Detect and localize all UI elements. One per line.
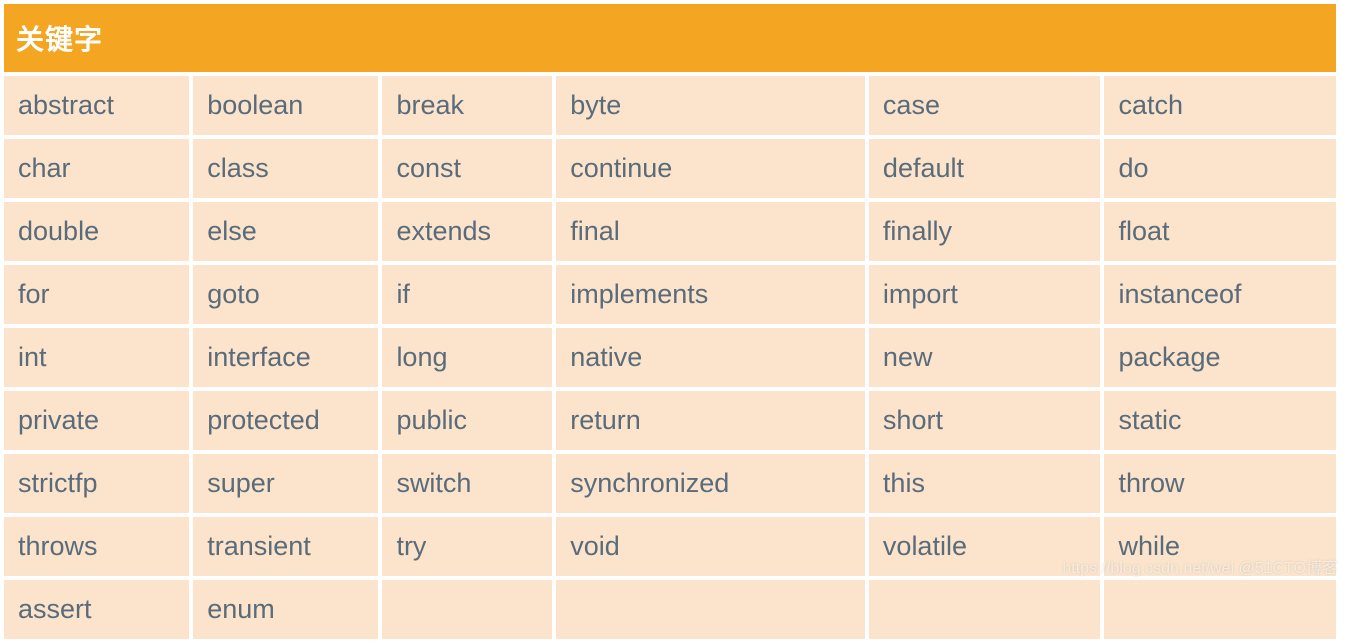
keyword-cell: final [556, 202, 865, 261]
table-row: for goto if implements import instanceof [4, 265, 1336, 324]
keyword-cell: super [193, 454, 378, 513]
keyword-cell: extends [382, 202, 552, 261]
keyword-cell: native [556, 328, 865, 387]
table-row: private protected public return short st… [4, 391, 1336, 450]
keyword-cell: assert [4, 580, 189, 639]
keyword-cell: break [382, 76, 552, 135]
keyword-cell: else [193, 202, 378, 261]
keyword-cell: short [869, 391, 1101, 450]
keyword-cell: float [1104, 202, 1336, 261]
keyword-cell: interface [193, 328, 378, 387]
keyword-cell: long [382, 328, 552, 387]
keyword-cell [382, 580, 552, 639]
table-header: 关键字 [4, 4, 1336, 72]
keyword-cell: static [1104, 391, 1336, 450]
keyword-cell: class [193, 139, 378, 198]
table-row: assert enum [4, 580, 1336, 639]
table-row: strictfp super switch synchronized this … [4, 454, 1336, 513]
keyword-cell: synchronized [556, 454, 865, 513]
keyword-cell: case [869, 76, 1101, 135]
keyword-cell: package [1104, 328, 1336, 387]
keyword-cell: return [556, 391, 865, 450]
keyword-cell: char [4, 139, 189, 198]
keyword-cell: throws [4, 517, 189, 576]
keyword-cell [556, 580, 865, 639]
keyword-cell: throw [1104, 454, 1336, 513]
table-row: char class const continue default do [4, 139, 1336, 198]
keyword-cell: const [382, 139, 552, 198]
keyword-cell: continue [556, 139, 865, 198]
keyword-cell: new [869, 328, 1101, 387]
keyword-cell: protected [193, 391, 378, 450]
keyword-cell [1104, 580, 1336, 639]
keyword-cell: double [4, 202, 189, 261]
keyword-cell: this [869, 454, 1101, 513]
keyword-cell: switch [382, 454, 552, 513]
keyword-cell: instanceof [1104, 265, 1336, 324]
keyword-cell: enum [193, 580, 378, 639]
table-body: abstract boolean break byte case catch c… [4, 76, 1336, 639]
keyword-cell [869, 580, 1101, 639]
keyword-cell: boolean [193, 76, 378, 135]
keywords-table: 关键字 abstract boolean break byte case cat… [0, 0, 1340, 643]
keyword-cell: while [1104, 517, 1336, 576]
keyword-cell: try [382, 517, 552, 576]
keyword-cell: public [382, 391, 552, 450]
keyword-cell: int [4, 328, 189, 387]
keyword-cell: private [4, 391, 189, 450]
keyword-cell: for [4, 265, 189, 324]
table-row: double else extends final finally float [4, 202, 1336, 261]
keyword-cell: catch [1104, 76, 1336, 135]
keywords-table-container: 关键字 abstract boolean break byte case cat… [0, 0, 1340, 643]
keyword-cell: if [382, 265, 552, 324]
keyword-cell: do [1104, 139, 1336, 198]
keyword-cell: abstract [4, 76, 189, 135]
keyword-cell: transient [193, 517, 378, 576]
keyword-cell: void [556, 517, 865, 576]
keyword-cell: byte [556, 76, 865, 135]
table-row: int interface long native new package [4, 328, 1336, 387]
keyword-cell: import [869, 265, 1101, 324]
keyword-cell: finally [869, 202, 1101, 261]
keyword-cell: strictfp [4, 454, 189, 513]
keyword-cell: goto [193, 265, 378, 324]
keyword-cell: volatile [869, 517, 1101, 576]
keyword-cell: default [869, 139, 1101, 198]
table-row: throws transient try void volatile while [4, 517, 1336, 576]
keyword-cell: implements [556, 265, 865, 324]
table-row: abstract boolean break byte case catch [4, 76, 1336, 135]
